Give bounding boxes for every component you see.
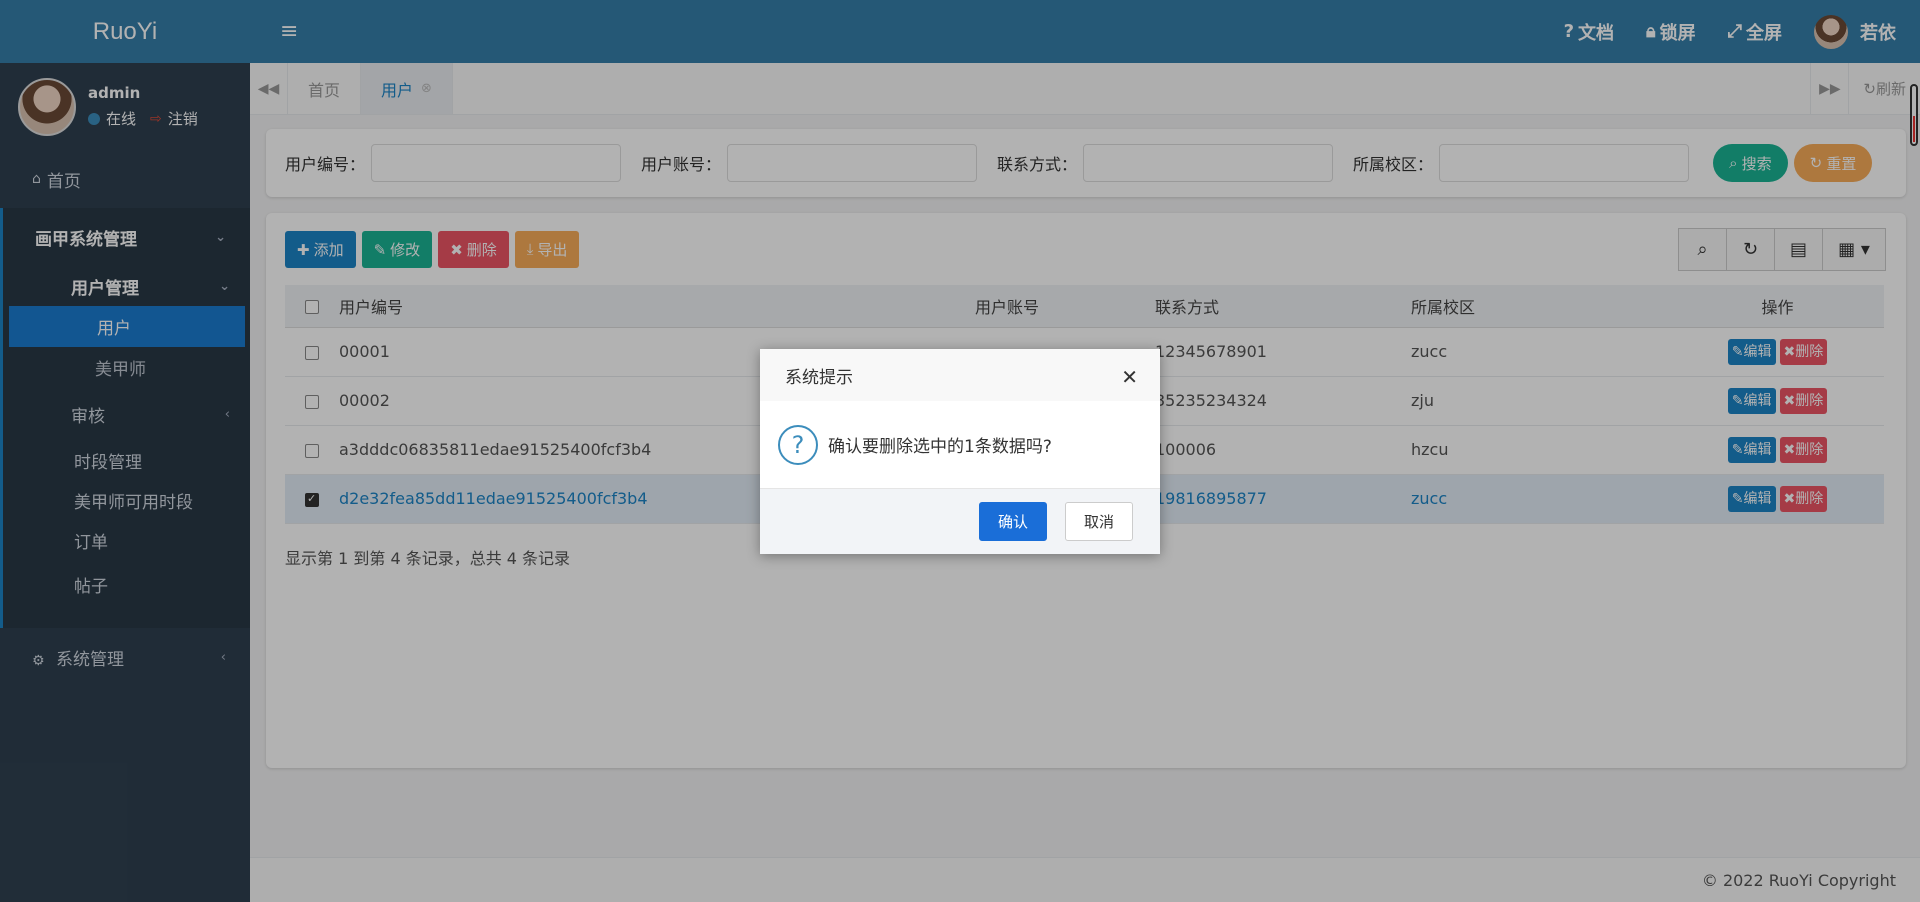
dialog-footer: 确认 取消 — [760, 488, 1160, 554]
close-icon[interactable]: ✕ — [1121, 365, 1138, 389]
confirm-dialog: 系统提示 ✕ ? 确认要删除选中的1条数据吗? 确认 取消 — [760, 349, 1160, 554]
dialog-body: ? 确认要删除选中的1条数据吗? — [760, 401, 1160, 488]
question-icon: ? — [778, 424, 818, 465]
cancel-button[interactable]: 取消 — [1064, 502, 1133, 541]
confirm-button[interactable]: 确认 — [978, 502, 1047, 541]
dialog-title: 系统提示 — [785, 367, 853, 388]
dialog-header: 系统提示 ✕ — [760, 349, 1160, 401]
dialog-message: 确认要删除选中的1条数据吗? — [828, 437, 1052, 457]
